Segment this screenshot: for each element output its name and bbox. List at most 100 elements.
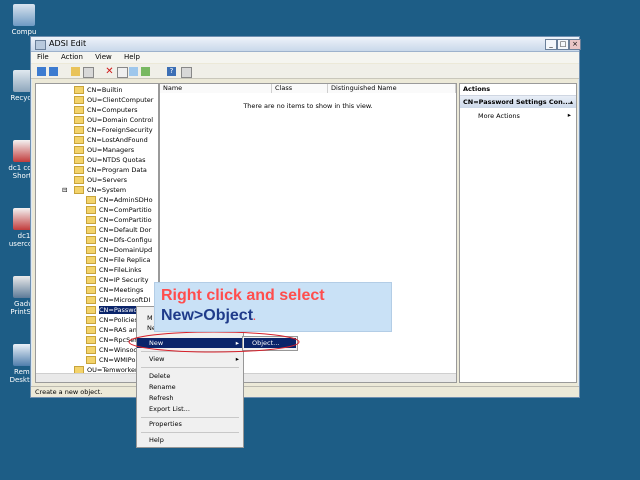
desktop-icon-label: Compu: [11, 28, 37, 36]
context-menu-rename[interactable]: Rename: [137, 382, 243, 392]
tree-item-label: CN=Dfs-Configu: [99, 236, 152, 244]
folder-icon: [86, 276, 96, 284]
app-icon: [35, 40, 46, 50]
actions-pane: Actions CN=Password Settings Con... ▴ Mo…: [459, 83, 577, 383]
title-bar[interactable]: ADSI Edit _ □ ×: [31, 37, 581, 52]
folder-icon: [74, 86, 84, 94]
folder-icon: [86, 356, 96, 364]
context-menu-refresh[interactable]: Refresh: [137, 393, 243, 403]
show-hide-tree-icon[interactable]: [83, 67, 94, 78]
folder-icon: [86, 286, 96, 294]
tree-item[interactable]: CN=Dfs-Configu: [86, 235, 152, 245]
folder-icon: [86, 266, 96, 274]
folder-icon: [86, 216, 96, 224]
tree-item[interactable]: CN=Builtin: [74, 85, 123, 95]
tree-item-label: CN=Computers: [87, 106, 138, 114]
tree-item[interactable]: OU=Managers: [74, 145, 134, 155]
tree-item[interactable]: CN=FileLinks: [86, 265, 141, 275]
menu-view[interactable]: View: [95, 52, 112, 63]
help-icon[interactable]: ?: [167, 67, 176, 76]
menu-action[interactable]: Action: [61, 52, 83, 63]
tree-item[interactable]: CN=LostAndFound: [74, 135, 148, 145]
actions-header: Actions: [460, 84, 576, 96]
tree-item[interactable]: CN=Program Data: [74, 165, 147, 175]
back-icon[interactable]: [37, 67, 46, 76]
tree-item-label: CN=ComPartitio: [99, 216, 152, 224]
tree-item[interactable]: OU=NTDS Quotas: [74, 155, 145, 165]
tree-item-label: CN=FileLinks: [99, 266, 142, 274]
folder-icon: [74, 116, 84, 124]
tree-item[interactable]: CN=Passwor: [86, 305, 141, 315]
menu-separator: [141, 432, 239, 433]
tree-item-label: CN=Default Dor: [99, 226, 152, 234]
tree-item[interactable]: CN=WMIPoli: [86, 355, 139, 365]
tree-item-label: CN=Program Data: [87, 166, 147, 174]
submenu-arrow-icon: ▸: [235, 355, 239, 363]
folder-icon: [86, 316, 96, 324]
tree-item[interactable]: CN=ForeignSecurity: [74, 125, 153, 135]
desktop-icon-computer[interactable]: Compu: [4, 4, 44, 36]
tree-item[interactable]: CN=Policies: [86, 315, 138, 325]
tree-item[interactable]: OU=Domain Control: [74, 115, 153, 125]
refresh-icon[interactable]: [129, 67, 138, 76]
folder-icon: [86, 246, 96, 254]
folder-icon: [86, 226, 96, 234]
properties-icon[interactable]: [117, 67, 128, 78]
tree-item[interactable]: CN=MicrosoftDI: [86, 295, 150, 305]
collapse-icon[interactable]: ⊟: [62, 185, 67, 195]
actions-section-header[interactable]: CN=Password Settings Con... ▴: [460, 96, 576, 108]
folder-icon: [74, 106, 84, 114]
tree-item-label: CN=System: [87, 186, 127, 194]
tree-item[interactable]: OU=Servers: [74, 175, 127, 185]
tree-item[interactable]: CN=File Replica: [86, 255, 150, 265]
callout-line-2: New>Object.: [161, 307, 256, 325]
context-menu-properties[interactable]: Properties: [137, 419, 243, 429]
menu-file[interactable]: File: [37, 52, 49, 63]
folder-icon: [74, 176, 84, 184]
delete-icon[interactable]: ✕: [105, 67, 114, 77]
callout-dot: .: [253, 312, 256, 323]
tree-item-label: CN=File Replica: [99, 256, 151, 264]
column-distinguished-name[interactable]: Distinguished Name: [328, 84, 456, 93]
folder-icon: [86, 326, 96, 334]
column-class[interactable]: Class: [272, 84, 328, 93]
tree-item[interactable]: CN=ComPartitio: [86, 215, 152, 225]
context-menu-delete[interactable]: Delete: [137, 371, 243, 381]
tree-item[interactable]: OU=ClientComputer: [74, 95, 153, 105]
adsi-edit-window: ADSI Edit _ □ × File Action View Help ✕ …: [30, 36, 581, 398]
forward-icon[interactable]: [49, 67, 58, 76]
tree-item[interactable]: CN=AdminSDHo: [86, 195, 153, 205]
folder-icon: [74, 126, 84, 134]
collapse-arrow-icon[interactable]: ▴: [570, 96, 573, 108]
tree-item-label: CN=ForeignSecurity: [87, 126, 153, 134]
column-name[interactable]: Name: [160, 84, 272, 93]
tree-item-label: CN=IP Security: [99, 276, 149, 284]
export-list-icon[interactable]: [141, 67, 150, 76]
tree-item[interactable]: CN=Meetings: [86, 285, 143, 295]
tree-item[interactable]: CN=Computers: [74, 105, 138, 115]
tree-item[interactable]: ⊟ CN=System: [62, 185, 127, 195]
more-actions-item[interactable]: More Actions: [478, 112, 520, 120]
tree-item[interactable]: CN=Default Dor: [86, 225, 151, 235]
folder-icon: [86, 296, 96, 304]
show-hide-action-pane-icon[interactable]: [181, 67, 192, 78]
callout-line-1: Right click and select: [161, 287, 325, 304]
submenu-arrow-icon: ▸: [567, 111, 571, 119]
up-folder-icon[interactable]: [71, 67, 80, 76]
menu-help[interactable]: Help: [124, 52, 140, 63]
tree-item[interactable]: CN=IP Security: [86, 275, 148, 285]
folder-icon: [74, 166, 84, 174]
context-menu-view[interactable]: View ▸: [137, 354, 243, 364]
context-menu-export-list[interactable]: Export List...: [137, 404, 243, 414]
close-button[interactable]: ×: [569, 39, 581, 50]
tree-item[interactable]: CN=DomainUpd: [86, 245, 152, 255]
folder-icon: [74, 136, 84, 144]
toolbar: ✕ ?: [31, 64, 579, 79]
tree-item[interactable]: CN=ComPartitio: [86, 205, 152, 215]
maximize-button[interactable]: □: [557, 39, 569, 50]
context-menu-help[interactable]: Help: [137, 435, 243, 445]
tree-item-label: OU=Managers: [87, 146, 135, 154]
minimize-button[interactable]: _: [545, 39, 557, 50]
folder-icon: [86, 306, 96, 314]
menu-separator: [141, 367, 239, 368]
